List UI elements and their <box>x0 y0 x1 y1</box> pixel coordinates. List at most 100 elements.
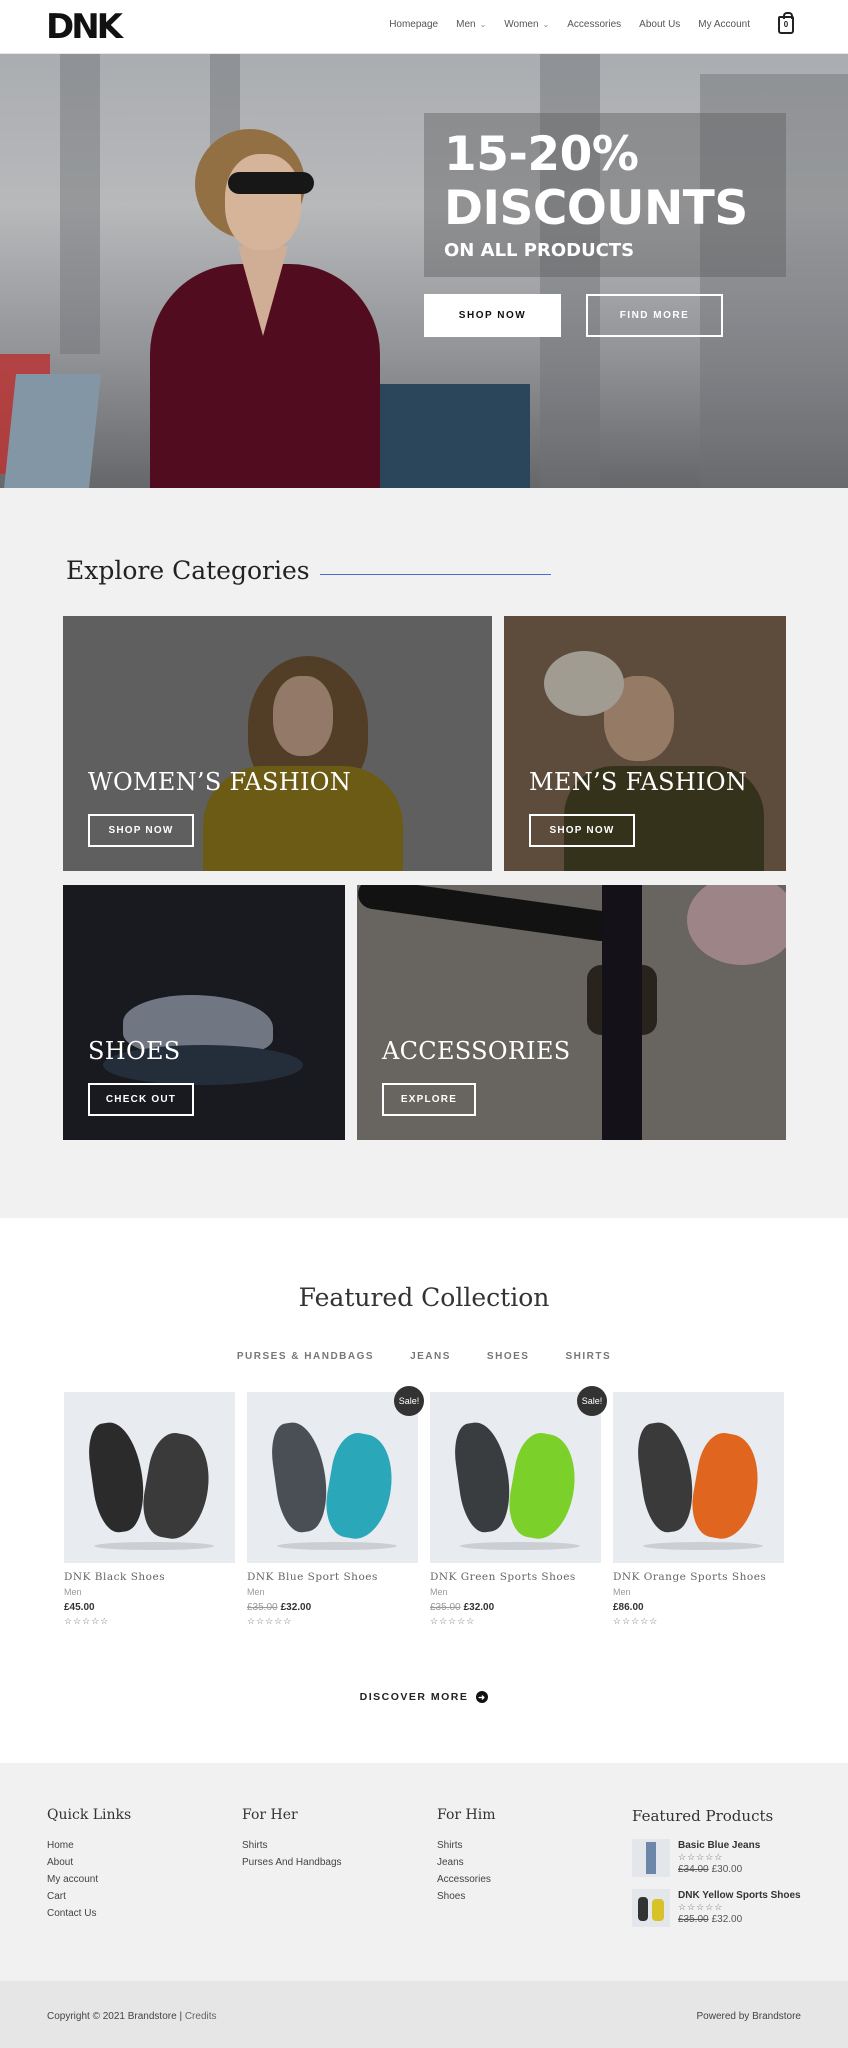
rating-stars: ☆☆☆☆☆ <box>678 1902 724 1912</box>
category-button[interactable]: SHOP NOW <box>88 814 194 847</box>
product-card[interactable]: DNK Orange Sports Shoes Men £86.00 ☆☆☆☆☆ <box>613 1392 784 1627</box>
credits-link[interactable]: Credits <box>185 2011 217 2022</box>
site-logo[interactable]: DNK <box>46 9 123 45</box>
shoe-image <box>652 1899 664 1921</box>
current-price: £32.00 <box>711 1914 743 1925</box>
product-price: £35.00 £32.00 <box>247 1602 418 1613</box>
rating-stars: ☆☆☆☆☆ <box>64 1616 110 1626</box>
product-price: £35.00 £32.00 <box>678 1913 801 1926</box>
product-name[interactable]: DNK Blue Sport Shoes <box>247 1571 418 1583</box>
product-name[interactable]: DNK Black Shoes <box>64 1571 235 1583</box>
hero-subheadline: ON ALL PRODUCTS <box>444 240 635 261</box>
tab-shoes[interactable]: SHOES <box>487 1351 530 1362</box>
footer-link-accessories[interactable]: Accessories <box>437 1871 495 1888</box>
tab-jeans[interactable]: JEANS <box>410 1351 451 1362</box>
shop-now-button[interactable]: SHOP NOW <box>424 294 561 337</box>
product-card[interactable]: Sale! DNK Blue Sport Shoes Men £35.00 £32… <box>247 1386 424 1627</box>
categories-title: Explore Categories <box>66 556 310 585</box>
old-price: £35.00 <box>430 1602 461 1613</box>
title-underline <box>320 574 551 575</box>
current-price: £86.00 <box>613 1602 644 1613</box>
nav-homepage[interactable]: Homepage <box>389 19 438 30</box>
current-price: £32.00 <box>280 1602 312 1613</box>
nav-label: My Account <box>698 19 750 30</box>
nav-my-account[interactable]: My Account <box>698 19 750 30</box>
chevron-down-icon: ⌄ <box>479 20 487 29</box>
footer-product[interactable]: DNK Yellow Sports Shoes ☆☆☆☆☆ £35.00 £32.… <box>632 1889 801 1927</box>
old-price: £34.00 <box>678 1864 709 1875</box>
category-title: SHOES <box>88 1037 181 1065</box>
category-button[interactable]: SHOP NOW <box>529 814 635 847</box>
rating-stars: ☆☆☆☆☆ <box>678 1852 724 1862</box>
categories-section: Explore Categories WOMEN’S FASHION SHOP … <box>0 488 848 1218</box>
product-price: £35.00 £32.00 <box>430 1602 601 1613</box>
product-card[interactable]: Sale! DNK Green Sports Shoes Men £35.00 £… <box>430 1386 607 1627</box>
product-thumbnail[interactable] <box>632 1839 670 1877</box>
main-nav: Homepage Men ⌄ Women ⌄ Accessories About U… <box>371 19 750 30</box>
current-price: £30.00 <box>711 1864 743 1875</box>
hero-headline: 15-20% DISCOUNTS <box>444 128 748 236</box>
nav-accessories[interactable]: Accessories <box>567 19 621 30</box>
sale-badge: Sale! <box>394 1386 424 1416</box>
current-price: £45.00 <box>64 1602 95 1613</box>
product-name[interactable]: DNK Green Sports Shoes <box>430 1571 601 1583</box>
product-image[interactable] <box>613 1392 784 1563</box>
find-more-button[interactable]: FIND MORE <box>586 294 723 337</box>
footer-link-about[interactable]: About <box>47 1854 131 1871</box>
product-image[interactable] <box>430 1392 601 1563</box>
old-price: £35.00 <box>678 1914 709 1925</box>
product-name[interactable]: Basic Blue Jeans <box>678 1839 760 1852</box>
footer-link-purses-handbags[interactable]: Purses And Handbags <box>242 1854 342 1871</box>
nav-label: About Us <box>639 19 681 30</box>
collection-tabs: PURSES & HANDBAGS JEANS SHOES SHIRTS <box>0 1351 848 1362</box>
product-thumbnail[interactable] <box>632 1889 670 1927</box>
category-button[interactable]: CHECK OUT <box>88 1083 194 1116</box>
footer-product[interactable]: Basic Blue Jeans ☆☆☆☆☆ £34.00 £30.00 <box>632 1839 801 1877</box>
category-title: MEN’S FASHION <box>529 768 748 796</box>
nav-label: Men <box>456 19 476 30</box>
shoe-image <box>137 1429 217 1544</box>
footer-link-contact-us[interactable]: Contact Us <box>47 1905 131 1922</box>
category-card-men[interactable]: MEN’S FASHION SHOP NOW <box>504 616 786 871</box>
product-name[interactable]: DNK Yellow Sports Shoes <box>678 1889 801 1902</box>
footer-for-him: For Him Shirts Jeans Accessories Shoes <box>437 1807 495 1905</box>
shoe-image <box>686 1429 766 1544</box>
category-card-shoes[interactable]: SHOES CHECK OUT <box>63 885 345 1140</box>
category-card-women[interactable]: WOMEN’S FASHION SHOP NOW <box>63 616 492 871</box>
category-card-accessories[interactable]: ACCESSORIES EXPLORE <box>357 885 786 1140</box>
product-card[interactable]: DNK Black Shoes Men £45.00 ☆☆☆☆☆ <box>64 1392 235 1627</box>
featured-collection-section: Featured Collection PURSES & HANDBAGS JE… <box>0 1218 848 1763</box>
product-category: Men <box>430 1587 448 1597</box>
nav-men[interactable]: Men ⌄ <box>456 19 486 30</box>
footer-link-cart[interactable]: Cart <box>47 1888 131 1905</box>
product-image[interactable] <box>247 1392 418 1563</box>
featured-title: Featured Collection <box>298 1283 550 1312</box>
product-image[interactable] <box>64 1392 235 1563</box>
tab-shirts[interactable]: SHIRTS <box>565 1351 611 1362</box>
sale-badge: Sale! <box>577 1386 607 1416</box>
footer-link-shoes[interactable]: Shoes <box>437 1888 495 1905</box>
copyright-label: Copyright © 2021 Brandstore | <box>47 2011 185 2022</box>
footer-quick-links: Quick Links Home About My account Cart C… <box>47 1807 131 1922</box>
footer-link-shirts[interactable]: Shirts <box>242 1837 342 1854</box>
nav-women[interactable]: Women ⌄ <box>504 19 549 30</box>
footer-link-my-account[interactable]: My account <box>47 1871 131 1888</box>
footer-link-home[interactable]: Home <box>47 1837 131 1854</box>
tab-purses-handbags[interactable]: PURSES & HANDBAGS <box>237 1351 374 1362</box>
old-price: £35.00 <box>247 1602 278 1613</box>
cart-icon[interactable]: 0 <box>778 12 794 34</box>
nav-label: Accessories <box>567 19 622 30</box>
category-button[interactable]: EXPLORE <box>382 1083 476 1116</box>
nav-label: Homepage <box>389 19 439 30</box>
nav-about-us[interactable]: About Us <box>639 19 680 30</box>
footer-for-her: For Her Shirts Purses And Handbags <box>242 1807 342 1871</box>
rating-stars: ☆☆☆☆☆ <box>430 1616 476 1626</box>
footer-link-jeans[interactable]: Jeans <box>437 1854 495 1871</box>
shoe-image <box>84 1419 150 1535</box>
product-category: Men <box>64 1587 82 1597</box>
discover-more-link[interactable]: DISCOVER MORE ➜ <box>0 1691 848 1703</box>
footer-link-shirts[interactable]: Shirts <box>437 1837 495 1854</box>
rating-stars: ☆☆☆☆☆ <box>613 1616 659 1626</box>
product-name[interactable]: DNK Orange Sports Shoes <box>613 1571 784 1583</box>
product-price: £34.00 £30.00 <box>678 1863 760 1876</box>
